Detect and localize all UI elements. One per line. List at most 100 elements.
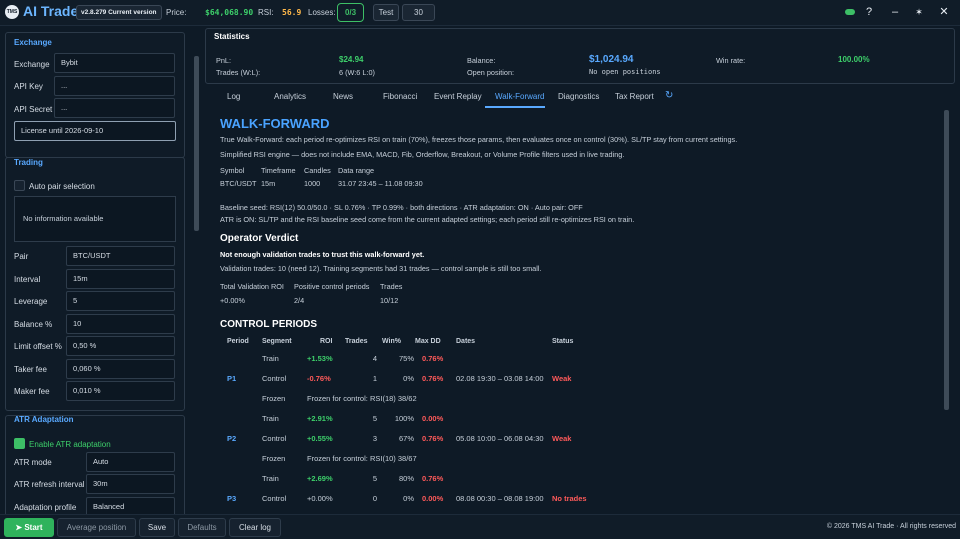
clear-log-button[interactable]: Clear log [229, 518, 281, 537]
connection-toggle[interactable] [845, 9, 855, 15]
taker-fee-input[interactable]: 0,060 % [66, 359, 175, 379]
version-badge: v2.8.279 Current version [76, 5, 162, 20]
open-position-value: No open positions [589, 68, 661, 76]
tab-log[interactable]: Log [227, 92, 240, 101]
segment-label: Control [262, 374, 287, 383]
verdict-bold: Not enough validation trades to trust th… [220, 250, 425, 259]
summary-header-positive: Positive control periods [294, 282, 370, 291]
limit-offset-label: Limit offset % [14, 342, 62, 351]
meta-candles: 1000 [304, 179, 321, 188]
test-count-field[interactable]: 30 [402, 4, 435, 21]
trades-value: 3 [372, 434, 377, 443]
col-dates: Dates [456, 338, 476, 345]
summary-header-trades: Trades [380, 282, 403, 291]
left-scrollbar[interactable] [194, 56, 199, 231]
tab-tax-report[interactable]: Tax Report [615, 92, 654, 101]
settings-panel: Exchange Exchange Bybit API Key ... API … [0, 26, 200, 514]
roi-value: +0.55% [307, 434, 333, 443]
max-dd-value: 0.00% [422, 414, 444, 423]
leverage-input[interactable]: 5 [66, 291, 175, 311]
dates-value: 05.08 10:00 – 06.08 04:30 [456, 434, 544, 443]
roi-value: -0.76% [307, 374, 331, 383]
refresh-icon[interactable]: ↻ [665, 90, 673, 101]
balance-input[interactable]: 10 [66, 314, 175, 334]
balance-stat-value: $1,024.94 [589, 54, 634, 65]
col-segment: Segment [262, 338, 292, 345]
tab-diagnostics[interactable]: Diagnostics [558, 92, 599, 101]
max-dd-value: 0.76% [422, 474, 444, 483]
period-label: P2 [227, 434, 237, 443]
meta-range: 31.07 23:45 – 11.08 09:30 [338, 179, 423, 188]
control-periods-title: CONTROL PERIODS [220, 319, 318, 330]
max-dd-value: 0.76% [422, 354, 444, 363]
api-secret-input[interactable]: ... [54, 98, 175, 118]
interval-select[interactable]: 15m [66, 269, 175, 289]
logo-icon: TMS [5, 5, 19, 19]
page-title: WALK-FORWARD [220, 116, 330, 131]
balance-stat-label: Balance: [467, 56, 496, 65]
roi-value: +2.91% [307, 414, 333, 423]
col-win: Win% [382, 338, 401, 345]
roi-value: +2.69% [307, 474, 333, 483]
save-button[interactable]: Save [139, 518, 175, 537]
adaptation-profile-select[interactable]: Balanced [86, 497, 175, 514]
statistics-title: Statistics [214, 32, 250, 41]
tab-news[interactable]: News [333, 92, 353, 101]
meta-header-timeframe: Timeframe [261, 166, 296, 175]
status-value: Weak [552, 434, 572, 443]
verdict-text: Validation trades: 10 (need 12). Trainin… [220, 264, 542, 273]
settings-icon[interactable]: ✶ [912, 5, 926, 19]
pnl-value: $24.94 [339, 55, 364, 64]
winrate-value: 100.00% [838, 55, 870, 64]
pair-select[interactable]: BTC/USDT [66, 246, 175, 266]
start-button[interactable]: ➤ Start [4, 518, 54, 537]
losses-label: Losses: [308, 8, 336, 17]
test-button[interactable]: Test [373, 4, 399, 21]
average-position-button[interactable]: Average position [57, 518, 136, 537]
content-scrollbar[interactable] [944, 110, 949, 410]
verdict-title: Operator Verdict [220, 233, 299, 244]
tab-fibonacci[interactable]: Fibonacci [383, 92, 417, 101]
summary-positive: 2/4 [294, 296, 305, 305]
meta-header-candles: Candles [304, 166, 331, 175]
trading-title: Trading [14, 158, 43, 167]
defaults-button[interactable]: Defaults [178, 518, 226, 537]
close-icon[interactable]: ✕ [937, 5, 951, 19]
frozen-params: Frozen for control: RSI(18) 38/62 [307, 394, 417, 403]
win-rate-value: 80% [398, 474, 414, 483]
losses-counter: 0/3 [337, 3, 364, 22]
trades-value: 1 [372, 374, 377, 383]
trades-value: 0 [372, 494, 377, 503]
maker-fee-input[interactable]: 0,010 % [66, 381, 175, 401]
atr-enable-checkbox[interactable] [14, 438, 25, 449]
rsi-label: RSI: [258, 8, 274, 17]
baseline-text: Baseline seed: RSI(12) 50.0/50.0 · SL 0.… [220, 203, 583, 212]
tab-event-replay[interactable]: Event Replay [434, 92, 482, 101]
limit-offset-input[interactable]: 0,50 % [66, 336, 175, 356]
atr-refresh-select[interactable]: 30m [86, 474, 175, 494]
segment-label: Control [262, 434, 287, 443]
atr-mode-select[interactable]: Auto [86, 452, 175, 472]
tab-analytics[interactable]: Analytics [274, 92, 306, 101]
meta-header-symbol: Symbol [220, 166, 245, 175]
help-icon[interactable]: ? [862, 5, 876, 19]
license-field[interactable]: License until 2026-09-10 [14, 121, 176, 141]
minimize-icon[interactable]: – [888, 5, 902, 19]
pnl-label: PnL: [216, 56, 232, 65]
statistics-panel: Statistics PnL: $24.94 Trades (W:L): 6 (… [205, 28, 955, 84]
tab-walk-forward[interactable]: Walk-Forward [495, 92, 544, 101]
rsi-value: 56.9 [282, 8, 302, 17]
dates-value: 08.08 00:30 – 08.08 19:00 [456, 494, 544, 503]
tab-bar: Log Analytics News Fibonacci Event Repla… [205, 86, 955, 108]
top-bar: TMS AI Trade v2.8.279 Current version Pr… [0, 0, 960, 26]
exchange-select[interactable]: Bybit [54, 53, 175, 73]
leverage-label: Leverage [14, 297, 48, 306]
status-value: No trades [552, 494, 587, 503]
auto-pair-checkbox[interactable] [14, 180, 25, 191]
api-key-input[interactable]: ... [54, 76, 175, 96]
frozen-params: Frozen for control: RSI(10) 38/67 [307, 454, 417, 463]
segment-label: Frozen [262, 454, 286, 463]
segment-label: Frozen [262, 394, 286, 403]
win-rate-value: 0% [403, 494, 414, 503]
atr-mode-label: ATR mode [14, 458, 52, 467]
